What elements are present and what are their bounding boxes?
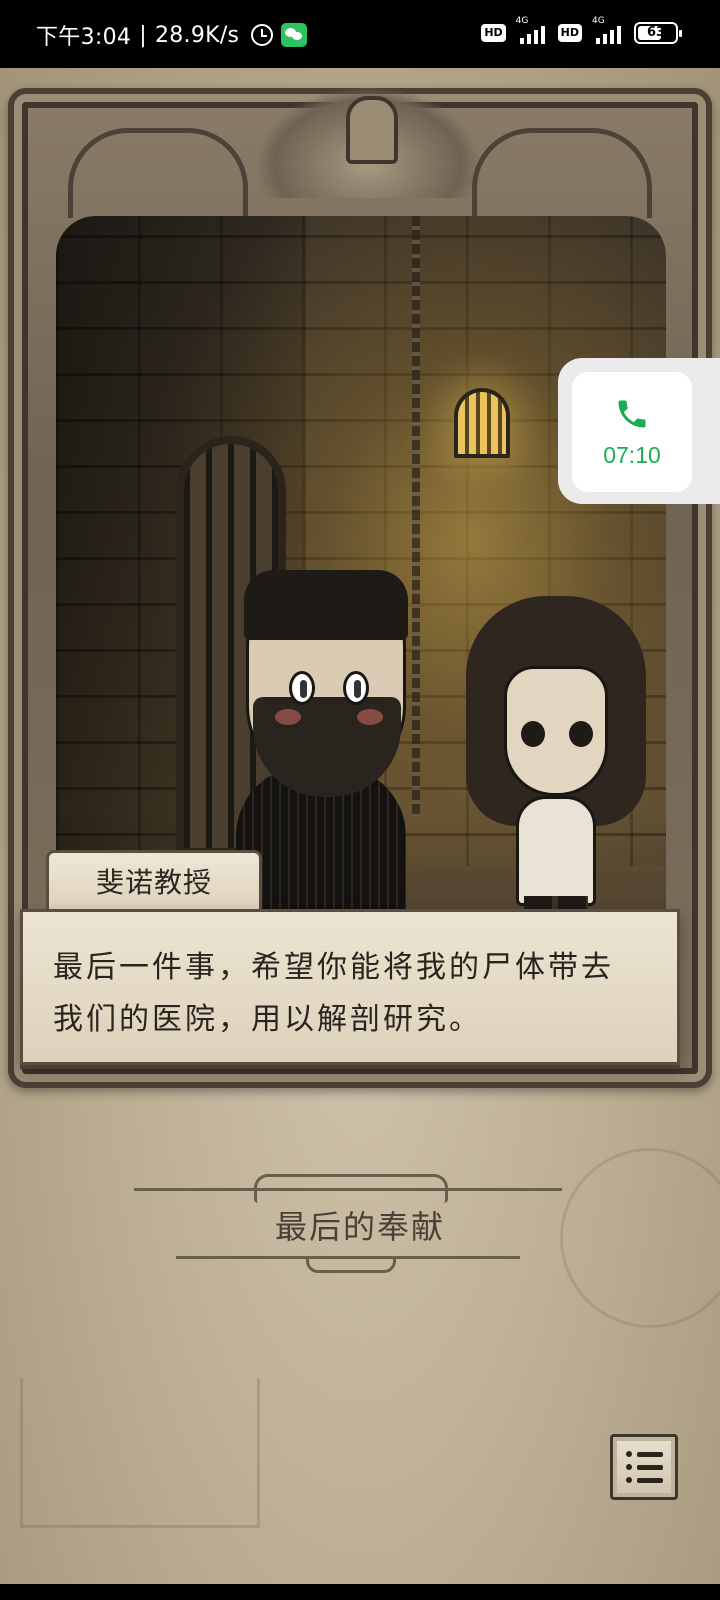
alarm-icon bbox=[251, 24, 274, 46]
signal-icon-sim2: 4G bbox=[590, 16, 626, 46]
frame-scroll-right bbox=[472, 128, 652, 218]
battery-icon: 63 bbox=[634, 22, 682, 44]
call-widget-card[interactable]: 07:10 bbox=[572, 372, 692, 492]
network-speed: 28.9K/s bbox=[154, 22, 240, 48]
status-right: HD 4G HD 4G 63 bbox=[481, 16, 682, 46]
hd-badge-1: HD bbox=[481, 24, 506, 42]
dialog-line-1: 最后一件事，希望你能将我的尸体带去 bbox=[53, 950, 614, 985]
status-separator: | bbox=[139, 22, 147, 48]
hd-badge-2: HD bbox=[557, 24, 582, 42]
building-sketch bbox=[20, 1378, 260, 1528]
barred-window bbox=[454, 388, 510, 458]
list-menu-icon bbox=[625, 1451, 663, 1483]
young-man-shirt bbox=[516, 796, 596, 906]
status-left: 下午3:04 | 28.9K/s bbox=[36, 19, 308, 51]
status-bar: 下午3:04 | 28.9K/s HD 4G HD 4G 63 bbox=[0, 0, 720, 68]
ornament-bottom bbox=[176, 1250, 520, 1273]
call-floating-widget[interactable]: 07:10 bbox=[558, 358, 720, 504]
young-man-face bbox=[504, 666, 608, 796]
game-screen[interactable]: 斐诺教授 最后一件事，希望你能将我的尸体带去 我们的医院，用以解剖研究。 最后的… bbox=[0, 68, 720, 1584]
chapter-banner: 最后的奉献 bbox=[0, 1140, 720, 1290]
chapter-title: 最后的奉献 bbox=[274, 1208, 445, 1246]
signal-icon-sim1: 4G bbox=[514, 16, 550, 46]
dialog-line-2: 我们的医院，用以解剖研究。 bbox=[53, 1002, 482, 1037]
speaker-name: 斐诺教授 bbox=[95, 866, 212, 899]
speaker-name-plate: 斐诺教授 bbox=[46, 850, 262, 912]
phone-icon bbox=[614, 396, 650, 432]
frame-scroll-left bbox=[68, 128, 248, 218]
frame-crest bbox=[258, 88, 478, 198]
battery-level: 63 bbox=[646, 25, 666, 40]
call-duration: 07:10 bbox=[603, 441, 661, 468]
bottom-bar bbox=[0, 1584, 720, 1600]
wechat-notification-icon bbox=[281, 23, 308, 47]
professor-hat bbox=[244, 570, 408, 640]
sim1-network-type: 4G bbox=[515, 16, 529, 26]
status-time: 下午3:04 bbox=[36, 25, 132, 50]
dialog-box[interactable]: 最后一件事，希望你能将我的尸体带去 我们的医院，用以解剖研究。 bbox=[20, 909, 680, 1065]
menu-button[interactable] bbox=[610, 1434, 678, 1500]
sim2-network-type: 4G bbox=[592, 16, 605, 26]
ornament-top bbox=[134, 1172, 562, 1203]
